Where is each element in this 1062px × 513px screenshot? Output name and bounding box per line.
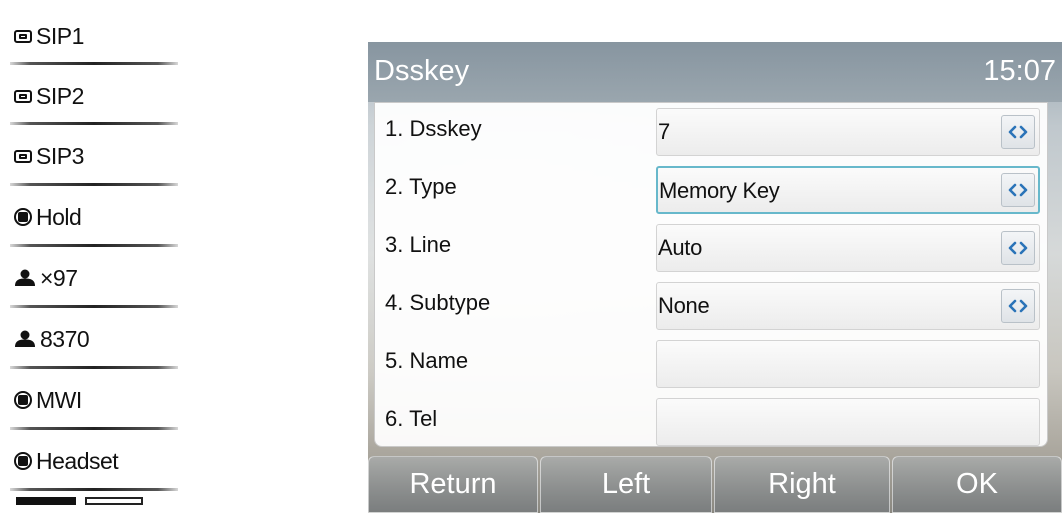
line-selector[interactable]: Auto <box>656 224 1040 272</box>
setting-row-subtype[interactable]: 4. Subtype None <box>375 277 1047 335</box>
sip-line-icon <box>14 149 32 163</box>
subtype-selector[interactable]: None <box>656 282 1040 330</box>
function-key-icon <box>14 391 32 409</box>
tel-input[interactable] <box>656 398 1040 446</box>
divider <box>10 183 178 186</box>
dss-key-headset[interactable]: Headset <box>10 433 178 489</box>
settings-panel: 1. Dsskey 7 2. Type Memory Key 3. Line A… <box>374 102 1048 447</box>
left-right-arrow-icon[interactable] <box>1001 115 1035 149</box>
page-indicator-active <box>16 497 76 505</box>
divider <box>10 244 178 247</box>
divider <box>10 427 178 430</box>
page-title: Dsskey <box>374 55 470 87</box>
phone-screen: Dsskey 15:07 1. Dsskey 7 2. Type Memory … <box>368 42 1062 513</box>
setting-label: 2. Type <box>385 174 457 199</box>
setting-row-type[interactable]: 2. Type Memory Key <box>375 161 1047 219</box>
dss-key-label: ×97 <box>40 264 78 291</box>
divider <box>10 62 178 65</box>
field-value: 7 <box>658 119 670 144</box>
left-right-arrow-icon[interactable] <box>1001 173 1035 207</box>
left-softkey[interactable]: Left <box>540 456 712 513</box>
dss-key-mwi[interactable]: MWI <box>10 372 178 428</box>
dss-key-label: MWI <box>36 386 82 413</box>
setting-label: 3. Line <box>385 232 452 257</box>
dss-key-sip1[interactable]: SIP1 <box>10 8 178 64</box>
sip-line-icon <box>14 29 32 43</box>
dss-key-label: SIP1 <box>36 22 84 49</box>
contact-icon <box>15 330 35 347</box>
setting-row-name[interactable]: 5. Name <box>375 335 1047 393</box>
setting-row-line[interactable]: 3. Line Auto <box>375 219 1047 277</box>
dss-key-label: Headset <box>36 447 119 474</box>
dss-key-label: SIP3 <box>36 142 84 169</box>
function-key-icon <box>14 452 32 470</box>
softkey-bar: Return Left Right OK <box>368 456 1062 513</box>
dsskey-selector[interactable]: 7 <box>656 108 1040 156</box>
dss-key-contact-8370[interactable]: 8370 <box>10 311 178 367</box>
dss-key-label: Hold <box>36 203 82 230</box>
return-softkey[interactable]: Return <box>368 456 538 513</box>
field-value: None <box>658 293 710 318</box>
title-bar: Dsskey 15:07 <box>368 42 1062 102</box>
page-indicator-inactive[interactable] <box>85 497 143 505</box>
contact-icon <box>15 269 35 286</box>
sip-line-icon <box>14 89 32 103</box>
dss-key-sip2[interactable]: SIP2 <box>10 68 178 124</box>
dss-key-hold[interactable]: Hold <box>10 189 178 245</box>
right-softkey[interactable]: Right <box>714 456 890 513</box>
clock: 15:07 <box>983 55 1056 87</box>
setting-label: 5. Name <box>385 348 469 373</box>
name-input[interactable] <box>656 340 1040 388</box>
type-selector[interactable]: Memory Key <box>656 166 1040 214</box>
left-right-arrow-icon[interactable] <box>1001 231 1035 265</box>
dss-key-contact-97[interactable]: ×97 <box>10 250 178 306</box>
field-value: Auto <box>658 235 703 260</box>
divider <box>10 122 178 125</box>
dss-key-label: 8370 <box>40 325 90 352</box>
divider <box>10 305 178 308</box>
setting-label: 6. Tel <box>385 406 438 431</box>
ok-softkey[interactable]: OK <box>892 456 1062 513</box>
setting-row-dsskey[interactable]: 1. Dsskey 7 <box>375 103 1047 161</box>
divider <box>10 488 178 491</box>
left-right-arrow-icon[interactable] <box>1001 289 1035 323</box>
function-key-icon <box>14 208 32 226</box>
dss-key-label: SIP2 <box>36 82 84 109</box>
setting-label: 4. Subtype <box>385 290 491 315</box>
dss-key-sip3[interactable]: SIP3 <box>10 128 178 184</box>
setting-label: 1. Dsskey <box>385 116 482 141</box>
field-value: Memory Key <box>659 178 780 203</box>
divider <box>10 366 178 369</box>
setting-row-tel[interactable]: 6. Tel <box>375 393 1047 451</box>
dss-key-panel: SIP1 SIP2 SIP3 Hold ×97 8370 MWI Headset <box>10 0 178 513</box>
